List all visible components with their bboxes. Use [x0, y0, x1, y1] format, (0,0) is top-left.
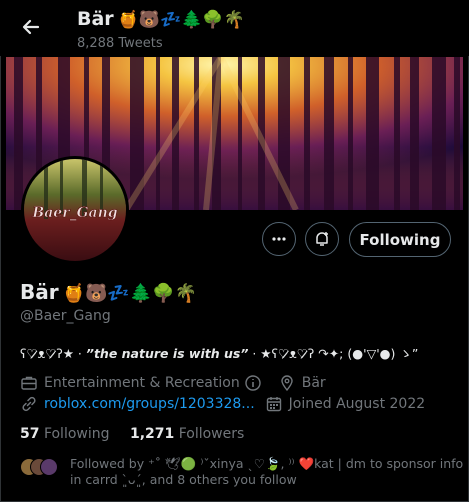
- more-button[interactable]: [262, 222, 296, 256]
- link-icon: [22, 396, 36, 412]
- followers-label: Followers: [178, 426, 245, 442]
- avatar-logo-text: Baer_Gang: [31, 205, 117, 221]
- profile-meta-row-2: roblox.com/groups/1203328... Joined Augu…: [20, 395, 425, 413]
- bio-prefix: ʕ♡̷̷ᴥ♡̷̷ʔ★ ·: [20, 346, 86, 361]
- tweet-count: 8,288 Tweets: [77, 36, 163, 51]
- header-title-emoji: 🍯🐻💤🌲🌳🌴: [117, 10, 245, 30]
- calendar-icon: [266, 397, 281, 412]
- info-icon[interactable]: [244, 374, 262, 392]
- profile-handle: @Baer_Gang: [20, 308, 111, 324]
- header-title: Bär 🍯🐻💤🌲🌳🌴: [77, 8, 245, 30]
- location-pin-icon: [281, 375, 293, 392]
- profile-meta-row-1: Entertainment & Recreation Bär: [20, 374, 326, 392]
- notification-bell-icon: [316, 232, 328, 246]
- more-icon: [272, 237, 286, 241]
- following-link[interactable]: 57 Following: [20, 426, 110, 442]
- following-label: Following: [43, 426, 110, 442]
- follow-stats: 57 Following 1,271 Followers: [20, 426, 244, 442]
- briefcase-icon: [21, 376, 37, 390]
- joined-date: Joined August 2022: [288, 396, 426, 412]
- header-title-text: Bär: [77, 8, 114, 30]
- bio-quote: ”the nature is with us”: [85, 346, 249, 361]
- location-label: Bär: [301, 375, 326, 391]
- following-count: 57: [20, 426, 40, 442]
- followers-count: 1,271: [129, 426, 175, 442]
- back-arrow-icon[interactable]: [18, 14, 44, 40]
- profile-name: Bär 🍯🐻💤🌲🌳🌴: [20, 280, 197, 304]
- following-button[interactable]: Following: [349, 222, 451, 257]
- bio-suffix: · ★ʕ♡̷̷ᴥ♡̷̷ʔ ↷✦; (●'▽'●) ゝ”: [248, 346, 419, 361]
- profile-name-text: Bär: [20, 280, 59, 304]
- profile-bio: ʕ♡̷̷ᴥ♡̷̷ʔ★ · ”the nature is with us” · ★…: [20, 343, 418, 362]
- notification-button[interactable]: [305, 222, 339, 256]
- follower-avatar: [40, 458, 58, 476]
- website-link[interactable]: roblox.com/groups/1203328...: [44, 396, 255, 412]
- followers-link[interactable]: 1,271 Followers: [130, 426, 244, 442]
- followed-by-text: Followed by ⁺˚ 🕊🟢 ⁾ˇxinya ˎ♡🍃, ⁾⁾ ❤️kat …: [70, 456, 464, 487]
- profile-name-emoji: 🍯🐻💤🌲🌳🌴: [62, 283, 198, 304]
- avatar[interactable]: Baer_Gang: [21, 156, 129, 264]
- category-label: Entertainment & Recreation: [44, 375, 240, 391]
- top-header: Bär 🍯🐻💤🌲🌳🌴 8,288 Tweets: [0, 0, 469, 56]
